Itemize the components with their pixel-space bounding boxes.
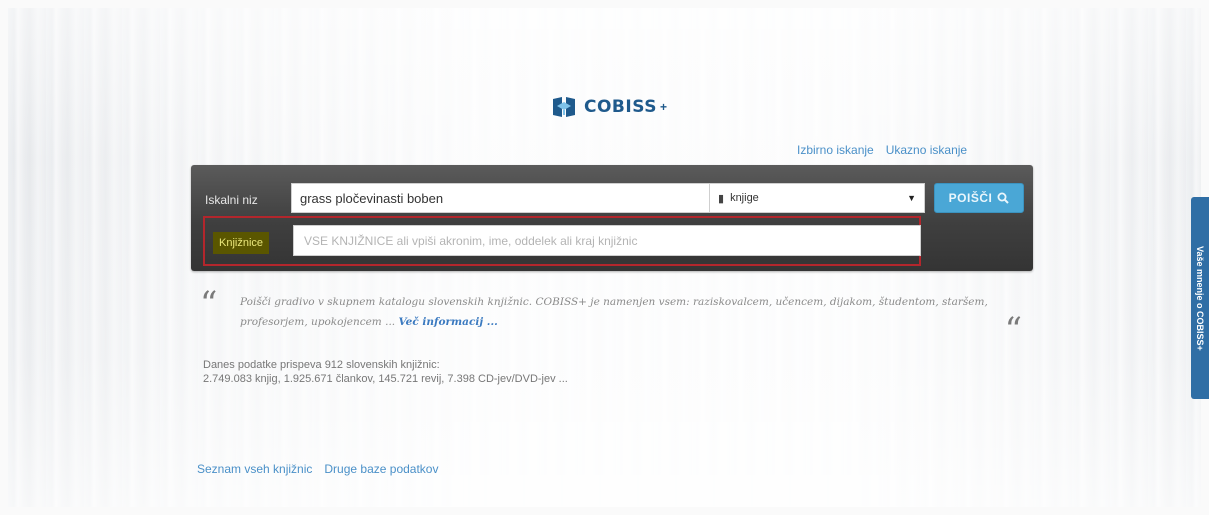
search-button-label: POIŠČI <box>948 191 993 205</box>
quote-open-icon: “ <box>200 284 218 324</box>
advanced-search-link[interactable]: Izbirno iskanje <box>797 143 874 157</box>
material-type-value: knjige <box>730 192 759 204</box>
logo-text: COBISS <box>584 97 657 117</box>
intro-body: Poišči gradivo v skupnem katalogu sloven… <box>240 296 988 328</box>
feedback-tab[interactable]: Vaše mnenje o COBISS+ <box>1191 197 1209 399</box>
cobiss-logo-icon <box>553 97 575 117</box>
stats-line-1: Danes podatke prispeva 912 slovenskih kn… <box>203 359 440 371</box>
libraries-input[interactable] <box>293 225 921 256</box>
query-input[interactable] <box>291 183 709 213</box>
stats-text: Danes podatke prispeva 912 slovenskih kn… <box>203 358 568 386</box>
query-label: Iskalni niz <box>205 193 258 207</box>
search-icon <box>997 192 1010 204</box>
search-button[interactable]: POIŠČI <box>934 183 1024 213</box>
logo-plus: + <box>659 100 667 114</box>
search-mode-links: Izbirno iskanje Ukazno iskanje <box>797 143 967 157</box>
feedback-tab-label: Vaše mnenje o COBISS+ <box>1195 245 1205 351</box>
search-panel: Iskalni niz ▮ knjige ▼ POIŠČI Knjižnice <box>191 165 1033 271</box>
other-databases-link[interactable]: Druge baze podatkov <box>324 462 438 476</box>
libraries-filter-highlight: Knjižnice <box>203 216 921 266</box>
command-search-link[interactable]: Ukazno iskanje <box>886 143 967 157</box>
cobiss-logo[interactable]: COBISS + <box>550 93 667 121</box>
chevron-down-icon: ▼ <box>907 193 916 203</box>
book-icon: ▮ <box>718 192 725 205</box>
footer-links: Seznam vseh knjižnic Druge baze podatkov <box>197 462 438 476</box>
material-type-select[interactable]: ▮ knjige ▼ <box>709 183 925 213</box>
page-background: COBISS + Izbirno iskanje Ukazno iskanje … <box>8 8 1201 507</box>
quote-close-icon: “ <box>1004 310 1022 350</box>
all-libraries-link[interactable]: Seznam vseh knjižnic <box>197 462 312 476</box>
libraries-label: Knjižnice <box>213 232 270 254</box>
more-info-link[interactable]: Več informacij ... <box>398 316 497 328</box>
intro-text: Poišči gradivo v skupnem katalogu sloven… <box>240 292 1000 332</box>
stats-line-2: 2.749.083 knjig, 1.925.671 člankov, 145.… <box>203 373 568 385</box>
